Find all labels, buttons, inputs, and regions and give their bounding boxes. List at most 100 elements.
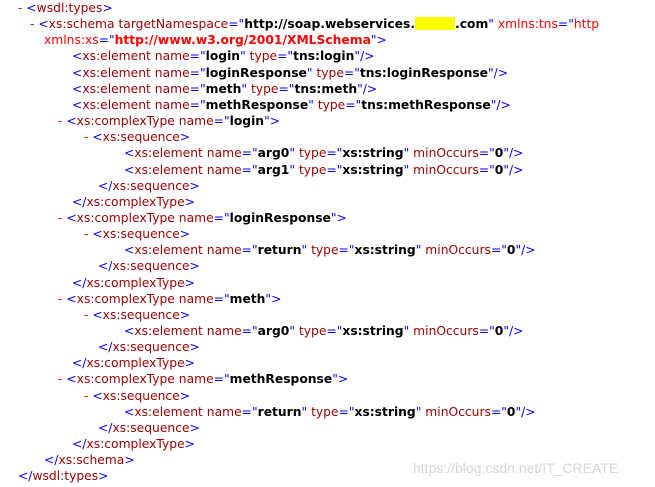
tag-name: xs:sequence <box>112 178 190 193</box>
punctuation: "> <box>370 33 387 48</box>
punctuation: =" <box>338 243 355 258</box>
xs-sequence-open: - <xs:sequence> <box>84 307 190 323</box>
attribute-value: arg0 <box>257 324 290 338</box>
punctuation: /> <box>360 49 375 64</box>
attribute-name: name <box>206 243 242 258</box>
punctuation: /> <box>509 146 524 161</box>
attribute-name: targetNamespace <box>118 17 229 32</box>
xs-schema-open: - <xs:schema targetNamespace="http://soa… <box>30 16 599 32</box>
attribute-value: meth <box>205 81 242 96</box>
punctuation: > <box>189 178 200 193</box>
attribute-value: login <box>229 114 265 129</box>
xs-element: <xs:element name="meth" type="tns:meth"/… <box>72 81 377 97</box>
tag-name: xs:element <box>134 404 203 419</box>
attribute-name: type <box>249 49 278 64</box>
punctuation: =" <box>213 210 230 225</box>
punctuation: =" <box>490 243 507 258</box>
punctuation: > <box>124 453 135 468</box>
punctuation: =" <box>189 49 206 64</box>
punctuation: < <box>124 146 135 161</box>
punctuation: < <box>72 49 83 64</box>
tag-name: xs:element <box>82 97 151 112</box>
xs-element: <xs:element name="methResponse" type="tn… <box>72 97 511 113</box>
punctuation: =" <box>478 146 495 161</box>
attribute-name: type <box>298 146 327 161</box>
attribute-value-truncated: http <box>573 17 600 32</box>
tag-name: xs:complexType <box>76 372 175 387</box>
tag-name: xs:sequence <box>102 227 180 242</box>
xs-element: <xs:element name="return" type="xs:strin… <box>124 242 536 258</box>
punctuation: =" <box>213 114 230 129</box>
tag-name: xs:element <box>134 243 203 258</box>
punctuation: /> <box>509 324 524 338</box>
tag-name: xs:element <box>134 146 203 161</box>
punctuation: </ <box>72 356 87 371</box>
punctuation: =" <box>241 324 258 338</box>
tag-name: xs:element <box>134 162 203 177</box>
xs-complextype-close: </xs:complexType> <box>72 355 195 371</box>
attribute-name: type <box>298 162 327 177</box>
redacted-highlight <box>415 17 456 31</box>
tag-name: wsdl:types <box>36 1 103 15</box>
attribute-value: return <box>257 243 302 258</box>
punctuation: /> <box>493 65 509 80</box>
punctuation: =" <box>241 146 258 161</box>
punctuation: < <box>92 307 103 322</box>
punctuation: > <box>269 114 281 129</box>
punctuation: < <box>124 324 135 338</box>
attribute-name: type <box>316 65 344 80</box>
punctuation: > <box>189 420 200 435</box>
tag-name: xs:complexType <box>86 437 185 452</box>
attribute-name: name <box>206 146 242 161</box>
attribute-name: name <box>154 81 190 96</box>
tag-name: xs:sequence <box>112 420 190 435</box>
attribute-value: xs:string <box>354 243 416 258</box>
punctuation: > <box>189 259 200 274</box>
punctuation: </ <box>98 178 113 193</box>
xs-complextype-open: - <xs:complexType name="methResponse"> <box>58 371 348 387</box>
punctuation: < <box>66 372 77 387</box>
punctuation: </ <box>98 259 113 274</box>
attribute-name: name <box>178 291 214 306</box>
punctuation: =" <box>189 97 206 112</box>
xs-sequence-close: </xs:sequence> <box>98 339 200 355</box>
punctuation: > <box>179 130 191 145</box>
xml-tree-viewer: - <wsdl:types> - <xs:schema targetNamespa… <box>0 0 655 487</box>
attribute-name: name <box>206 324 242 338</box>
punctuation: > <box>271 291 282 306</box>
punctuation: =" <box>343 65 360 80</box>
punctuation: < <box>92 388 103 403</box>
punctuation: =" <box>326 324 343 338</box>
punctuation: </ <box>44 453 59 468</box>
tag-name: xs:complexType <box>76 114 175 129</box>
tag-name: xs:element <box>82 65 151 80</box>
wsdl-types-open: - <wsdl:types> <box>18 0 113 16</box>
punctuation: > <box>179 227 191 242</box>
punctuation: </ <box>98 340 113 355</box>
punctuation: < <box>66 114 77 129</box>
punctuation: < <box>38 17 49 32</box>
attribute-name: type <box>251 81 279 96</box>
xs-sequence-open: - <xs:sequence> <box>84 388 190 404</box>
tag-name: xs:sequence <box>112 340 190 355</box>
punctuation: </ <box>72 437 87 452</box>
punctuation: =" <box>478 162 495 177</box>
tag-name: wsdl:types <box>32 469 99 484</box>
attribute-value: xs:string <box>342 162 404 177</box>
attribute-name: name <box>154 49 190 64</box>
xs-complextype-open: - <xs:complexType name="login"> <box>58 113 280 129</box>
punctuation: </ <box>72 194 87 209</box>
xs-complextype-open: - <xs:complexType name="meth"> <box>58 291 281 307</box>
xs-element: <xs:element name="login" type="tns:login… <box>72 48 375 64</box>
xs-element: <xs:element name="return" type="xs:strin… <box>124 404 536 420</box>
punctuation: > <box>184 275 195 290</box>
attribute-value: arg1 <box>257 162 290 177</box>
tag-name: xs:sequence <box>112 259 190 274</box>
punctuation: > <box>98 469 109 484</box>
punctuation: < <box>92 227 103 242</box>
attribute-name: minOccurs <box>425 404 491 419</box>
tag-name: xs:complexType <box>86 356 185 371</box>
tag-name: xs:complexType <box>86 275 185 290</box>
punctuation: =" <box>345 97 362 112</box>
tag-name: xs:element <box>82 49 151 64</box>
